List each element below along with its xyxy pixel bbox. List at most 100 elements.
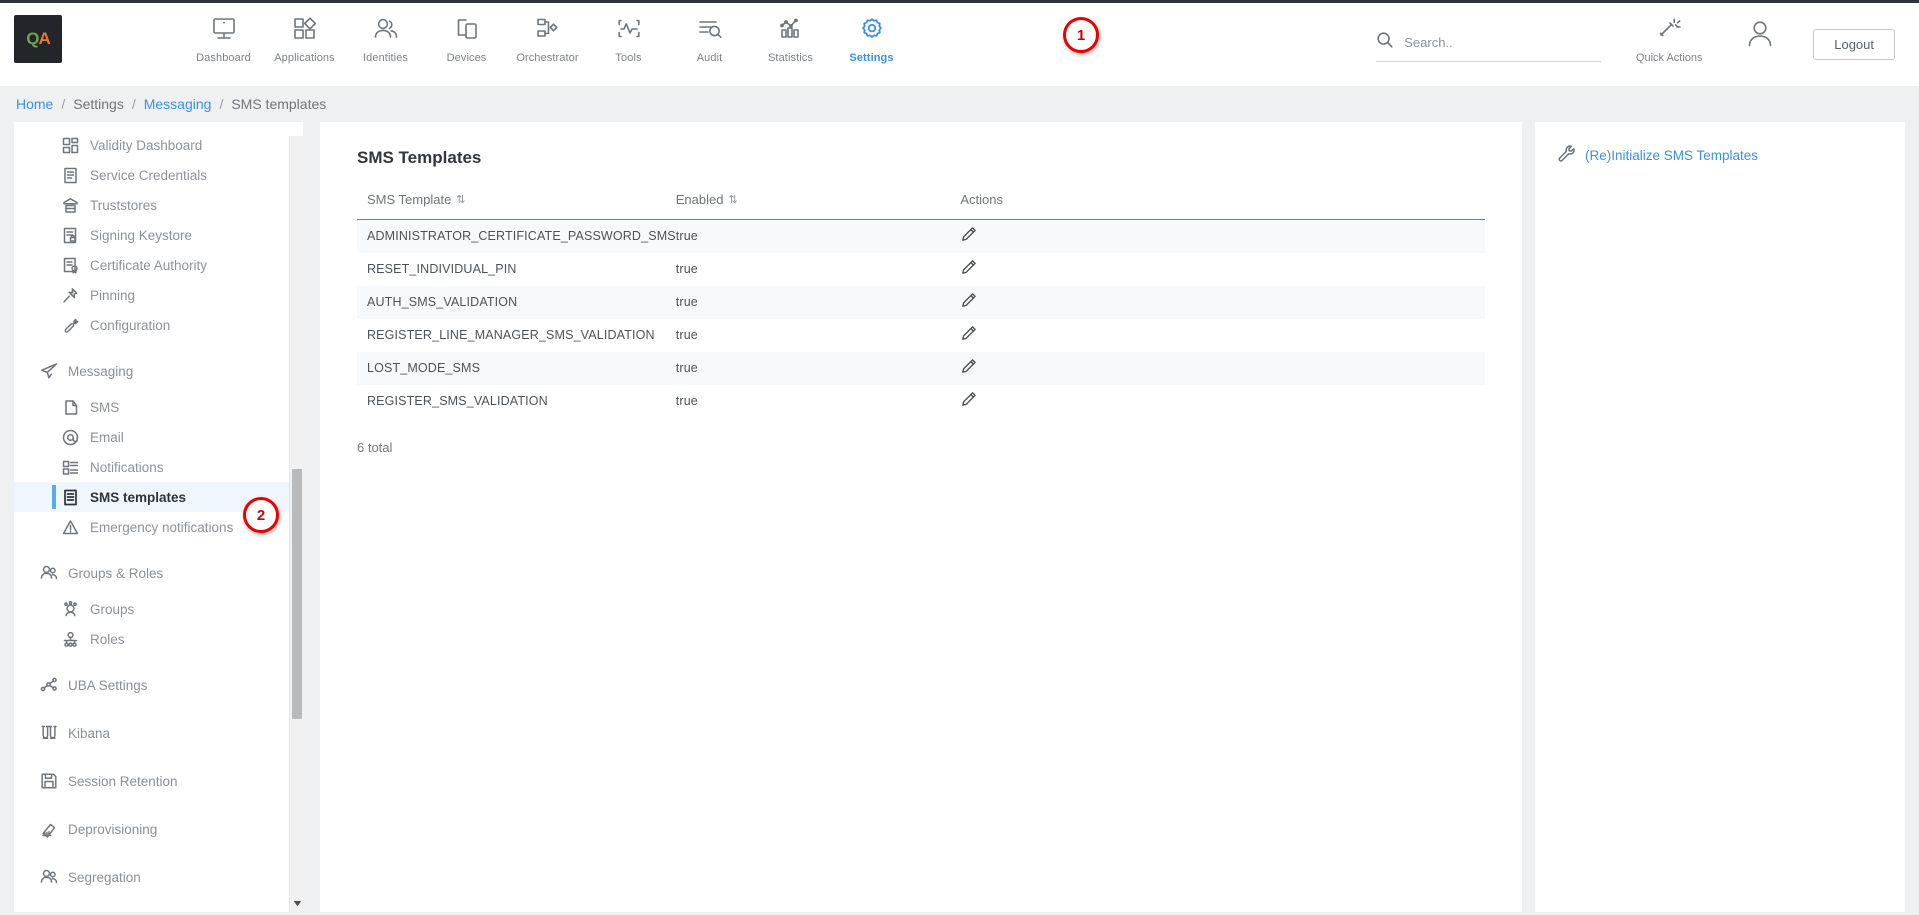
- reinitialize-sms-templates-link[interactable]: (Re)Initialize SMS Templates: [1557, 144, 1758, 167]
- nav-item-tools[interactable]: Tools: [588, 3, 669, 64]
- table-row[interactable]: RESET_INDIVIDUAL_PIN true: [357, 253, 1485, 286]
- main-content-panel: SMS Templates SMS Template⇅ Enabled⇅ Act…: [320, 122, 1522, 912]
- sidebar-item-email[interactable]: Email: [14, 422, 303, 452]
- nav-item-settings[interactable]: Settings: [831, 3, 912, 64]
- document-icon: [62, 167, 84, 184]
- sidebar-item-signing-keystore[interactable]: Signing Keystore: [14, 220, 303, 250]
- sort-toggle-icon[interactable]: ⇅: [456, 193, 465, 206]
- sidebar-scrollbar[interactable]: [289, 122, 303, 912]
- sidebar-item-label: SMS: [90, 400, 119, 415]
- nav-item-statistics[interactable]: Statistics: [750, 3, 831, 64]
- table-header-row: SMS Template⇅ Enabled⇅ Actions: [357, 192, 1485, 220]
- cell-actions: [960, 352, 1485, 385]
- table-row[interactable]: ADMINISTRATOR_CERTIFICATE_PASSWORD_SMS t…: [357, 220, 1485, 253]
- primary-nav-items: Dashboard Applications Identities Device…: [183, 3, 912, 64]
- column-header-enabled[interactable]: Enabled⇅: [676, 192, 961, 220]
- sidebar-item-configuration[interactable]: Configuration: [14, 310, 303, 340]
- audit-search-icon: [696, 13, 724, 45]
- sidebar-item-label: Email: [90, 430, 124, 445]
- logout-button[interactable]: Logout: [1813, 29, 1895, 60]
- sidebar-item-label: Groups: [90, 602, 134, 617]
- sidebar-item-notifications[interactable]: Notifications: [14, 452, 303, 482]
- sidebar-item-certificate-authority[interactable]: Certificate Authority: [14, 250, 303, 280]
- paper-plane-icon: [40, 362, 62, 380]
- table-row[interactable]: LOST_MODE_SMS true: [357, 352, 1485, 385]
- sidebar-item-uba-settings[interactable]: UBA Settings: [14, 670, 303, 700]
- at-email-icon: [62, 429, 84, 446]
- scrollbar-thumb[interactable]: [292, 469, 302, 719]
- sidebar-item-service-credentials[interactable]: Service Credentials: [14, 160, 303, 190]
- sidebar-item-kibana[interactable]: Kibana: [14, 718, 303, 748]
- table-row[interactable]: REGISTER_LINE_MANAGER_SMS_VALIDATION tru…: [357, 319, 1485, 352]
- app-logo[interactable]: QA: [14, 15, 62, 63]
- table-row[interactable]: AUTH_SMS_VALIDATION true: [357, 286, 1485, 319]
- sidebar-item-segregation[interactable]: Segregation: [14, 862, 303, 892]
- sms-templates-table: SMS Template⇅ Enabled⇅ Actions ADMINISTR…: [357, 192, 1485, 418]
- nav-item-devices[interactable]: Devices: [426, 3, 507, 64]
- edit-pencil-icon[interactable]: [960, 391, 977, 411]
- page-title: SMS Templates: [357, 148, 481, 168]
- sidebar-item-label: Kibana: [68, 726, 110, 741]
- sidebar-item-pinning[interactable]: Pinning: [14, 280, 303, 310]
- search-input[interactable]: [1404, 35, 1579, 50]
- magic-wand-icon: [1655, 15, 1683, 46]
- right-actions-panel: (Re)Initialize SMS Templates: [1535, 122, 1905, 912]
- nav-item-dashboard[interactable]: Dashboard: [183, 3, 264, 64]
- quick-actions-button[interactable]: Quick Actions: [1623, 3, 1715, 64]
- sms-icon: [62, 399, 84, 416]
- edit-pencil-icon[interactable]: [960, 226, 977, 246]
- sidebar-item-groups[interactable]: Groups: [14, 594, 303, 624]
- nav-label: Orchestrator: [516, 52, 578, 64]
- cell-enabled: true: [676, 220, 961, 253]
- sidebar-item-groups-and-roles[interactable]: Groups & Roles: [14, 558, 303, 588]
- sidebar-item-session-retention[interactable]: Session Retention: [14, 766, 303, 796]
- sidebar-item-roles[interactable]: Roles: [14, 624, 303, 654]
- nav-item-audit[interactable]: Audit: [669, 3, 750, 64]
- nav-item-applications[interactable]: Applications: [264, 3, 345, 64]
- nav-label: Identities: [363, 52, 408, 64]
- nav-label: Statistics: [768, 52, 813, 64]
- sidebar-item-label: Truststores: [90, 198, 157, 213]
- column-header-sms-template[interactable]: SMS Template⇅: [357, 192, 676, 220]
- wrench-icon: [1557, 144, 1575, 167]
- edit-pencil-icon[interactable]: [960, 358, 977, 378]
- sidebar-item-sms[interactable]: SMS: [14, 392, 303, 422]
- top-navigation-bar: QA Dashboard Applications Identities D: [0, 0, 1919, 86]
- sidebar-item-label: Roles: [90, 632, 125, 647]
- edit-pencil-icon[interactable]: [960, 259, 977, 279]
- groups-roles-icon: [40, 564, 62, 582]
- sort-toggle-icon[interactable]: ⇅: [728, 193, 737, 206]
- sidebar-item-label: Session Retention: [68, 774, 178, 789]
- nav-label: Applications: [274, 52, 335, 64]
- breadcrumb-item-messaging[interactable]: Messaging: [144, 96, 212, 112]
- nav-label: Audit: [697, 52, 723, 64]
- table-row[interactable]: REGISTER_SMS_VALIDATION true: [357, 385, 1485, 418]
- edit-pencil-icon[interactable]: [960, 325, 977, 345]
- cell-enabled: true: [676, 253, 961, 286]
- nav-item-orchestrator[interactable]: Orchestrator: [507, 3, 588, 64]
- annotation-marker-1: 1: [1063, 17, 1099, 53]
- scroll-down-arrow-icon[interactable]: [290, 896, 304, 910]
- breadcrumb: Home / Settings / Messaging / SMS templa…: [0, 86, 1919, 122]
- grid-dashboard-icon: [62, 137, 84, 154]
- breadcrumb-item-home[interactable]: Home: [16, 96, 53, 112]
- sidebar-item-truststores[interactable]: Truststores: [14, 190, 303, 220]
- column-header-actions: Actions: [960, 192, 1485, 220]
- user-avatar-icon[interactable]: [1743, 17, 1777, 56]
- reinitialize-label: (Re)Initialize SMS Templates: [1585, 148, 1758, 163]
- sidebar-item-deprovisioning[interactable]: Deprovisioning: [14, 814, 303, 844]
- warning-triangle-icon: [62, 519, 84, 536]
- sidebar-item-messaging[interactable]: Messaging: [14, 356, 303, 386]
- cell-actions: [960, 385, 1485, 418]
- search-field-wrapper[interactable]: [1376, 31, 1601, 62]
- cell-enabled: true: [676, 385, 961, 418]
- nav-label: Dashboard: [196, 52, 251, 64]
- nav-label: Tools: [615, 52, 641, 64]
- column-label: Actions: [960, 192, 1003, 207]
- nav-item-identities[interactable]: Identities: [345, 3, 426, 64]
- edit-pencil-icon[interactable]: [960, 292, 977, 312]
- sidebar-item-label: Notifications: [90, 460, 164, 475]
- uba-network-icon: [40, 676, 62, 694]
- apps-grid-icon: [291, 13, 319, 45]
- breadcrumb-item-settings[interactable]: Settings: [73, 96, 124, 112]
